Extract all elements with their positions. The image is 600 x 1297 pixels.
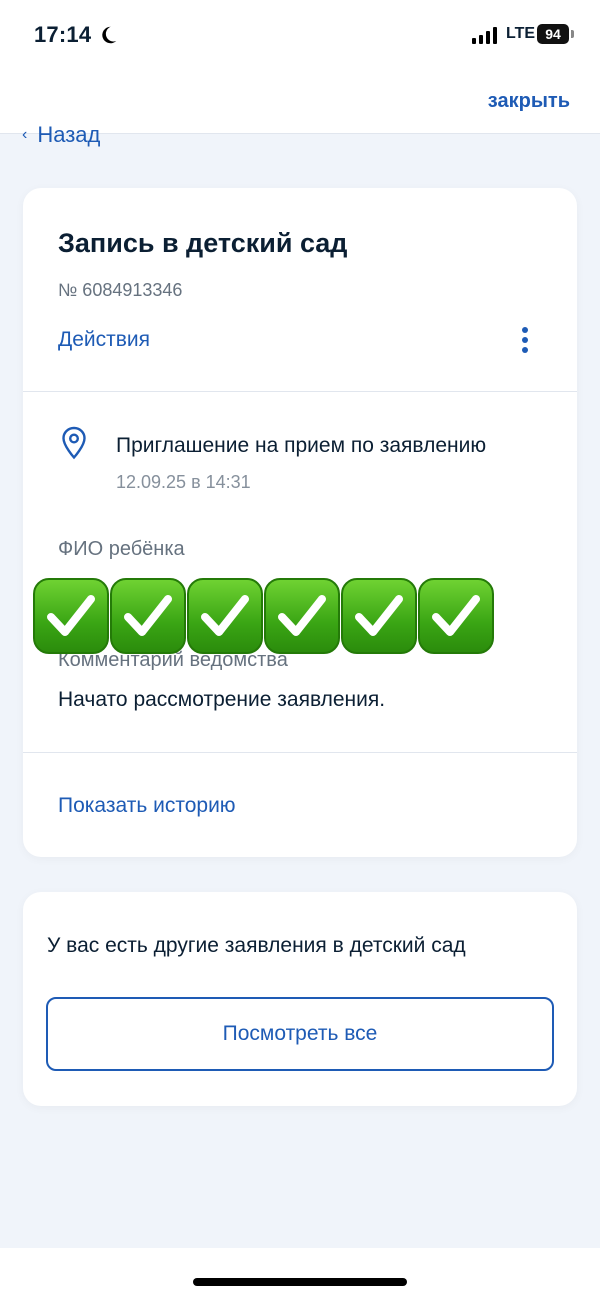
battery-tip	[571, 30, 574, 38]
check-mark-icon	[418, 578, 494, 654]
actions-link[interactable]: Действия	[58, 328, 150, 352]
check-mark-icon	[110, 578, 186, 654]
event-date: 12.09.25 в 14:31	[116, 472, 251, 492]
network-type: LTE	[506, 25, 536, 42]
close-button[interactable]: закрыть	[488, 90, 570, 113]
clock: 17:14	[34, 22, 119, 48]
home-indicator[interactable]	[193, 1278, 407, 1286]
back-button[interactable]: ‹ Назад	[22, 122, 100, 148]
bottom-safe-area	[0, 1248, 600, 1297]
application-card: Запись в детский сад № 6084913346 Действ…	[23, 188, 577, 857]
back-label: Назад	[37, 122, 101, 147]
divider	[23, 391, 577, 392]
check-mark-icon	[264, 578, 340, 654]
signal-icon	[472, 26, 497, 44]
check-emoji-overlay	[33, 578, 494, 654]
check-mark-icon	[341, 578, 417, 654]
child-name-label: ФИО ребёнка	[58, 538, 185, 560]
event-title: Приглашение на прием по заявлению	[116, 434, 487, 457]
show-history-link[interactable]: Показать историю	[58, 794, 236, 818]
moon-icon	[102, 26, 117, 44]
check-mark-icon	[187, 578, 263, 654]
battery-icon: 94	[537, 24, 569, 44]
clock-time: 17:14	[34, 22, 92, 47]
check-mark-icon	[33, 578, 109, 654]
status-bar: 17:14 LTE 94	[0, 0, 600, 72]
view-all-button[interactable]: Посмотреть все	[46, 997, 554, 1071]
other-applications-card: У вас есть другие заявления в детский са…	[23, 892, 577, 1106]
more-options-icon[interactable]	[521, 327, 529, 353]
other-applications-text: У вас есть другие заявления в детский са…	[47, 934, 466, 957]
divider	[23, 752, 577, 753]
chevron-left-icon: ‹	[22, 126, 28, 143]
application-title: Запись в детский сад	[58, 228, 348, 258]
comment-text: Начато рассмотрение заявления.	[58, 688, 386, 711]
application-number: № 6084913346	[58, 280, 183, 300]
location-pin-icon	[62, 426, 86, 460]
